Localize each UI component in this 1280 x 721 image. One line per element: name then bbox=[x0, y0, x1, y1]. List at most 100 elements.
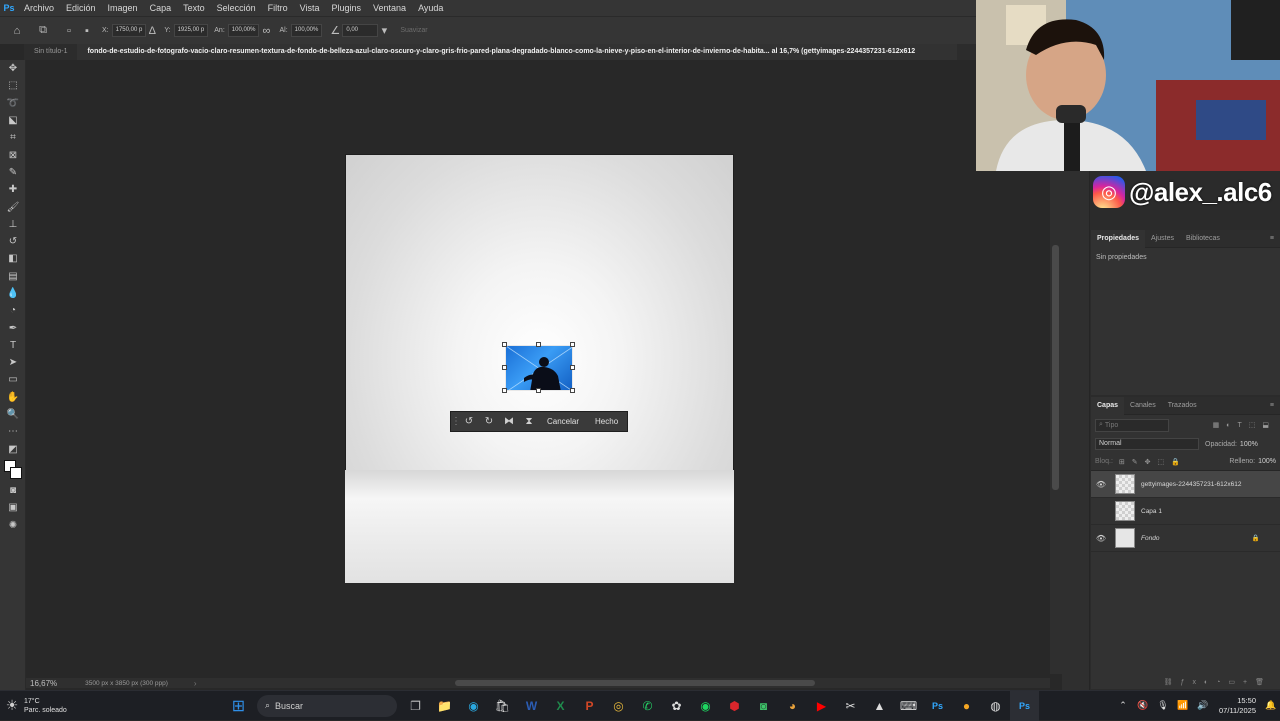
windows-start-icon[interactable]: ⊞ bbox=[224, 691, 253, 721]
eyedropper-tool-icon[interactable]: ✎ bbox=[0, 164, 26, 181]
mic-muted-icon[interactable]: 🔇 bbox=[1133, 691, 1153, 721]
color-app-icon[interactable]: ◕ bbox=[778, 691, 807, 721]
rectangle-tool-icon[interactable]: ▭ bbox=[0, 371, 26, 388]
whatsapp-icon[interactable]: ✆ bbox=[633, 691, 662, 721]
powerpoint-icon[interactable]: P bbox=[575, 691, 604, 721]
transform-handle-tr[interactable] bbox=[570, 342, 575, 347]
layer-filter-icons[interactable]: ▦◐T⬚⬓ bbox=[1213, 421, 1276, 429]
menu-imagen[interactable]: Imagen bbox=[102, 3, 144, 13]
chrome-icon[interactable]: ◎ bbox=[604, 691, 633, 721]
brush-tool-icon[interactable]: 🖌 bbox=[0, 198, 26, 215]
flip-vertical-icon[interactable]: ⧗ bbox=[519, 416, 539, 427]
menu-ventana[interactable]: Ventana bbox=[367, 3, 412, 13]
type-tool-icon[interactable]: T bbox=[0, 337, 26, 354]
panel-menu-icon[interactable]: ≡ bbox=[1270, 235, 1280, 242]
width-field[interactable]: 100,00% bbox=[227, 24, 260, 37]
tab-sin-titulo[interactable]: Sin título-1 bbox=[24, 44, 77, 60]
link-icon[interactable]: ∞ bbox=[259, 22, 273, 40]
obs-icon[interactable]: ◍ bbox=[981, 691, 1010, 721]
layer-filter-input[interactable]: ⌕ Tipo bbox=[1095, 418, 1169, 432]
layer-row-gettyimages[interactable]: 👁 gettyimages-2244357231-612x612 bbox=[1091, 471, 1280, 498]
red-app-icon[interactable]: ⬢ bbox=[720, 691, 749, 721]
placed-image[interactable] bbox=[505, 345, 573, 391]
menu-vista[interactable]: Vista bbox=[294, 3, 326, 13]
fill-field[interactable]: 100% bbox=[1258, 458, 1276, 465]
marquee-tool-icon[interactable]: ⬚ bbox=[0, 77, 26, 94]
horizontal-scroll-thumb[interactable] bbox=[455, 680, 815, 686]
stamp-tool-icon[interactable]: ⊥ bbox=[0, 216, 26, 233]
tab-propiedades[interactable]: Propiedades bbox=[1091, 229, 1146, 248]
rotate-left-icon[interactable]: ↺ bbox=[459, 416, 479, 427]
layers-footer-actions[interactable]: ⛓ƒx◐◔▭+🗑 bbox=[1091, 675, 1280, 689]
crop-tool-icon[interactable]: ⌗ bbox=[0, 129, 26, 146]
menu-ayuda[interactable]: Ayuda bbox=[412, 3, 449, 13]
tab-ajustes[interactable]: Ajustes bbox=[1145, 230, 1180, 248]
quick-mask-icon[interactable]: ◙ bbox=[0, 482, 26, 499]
pen-tool-icon[interactable]: ✒ bbox=[0, 319, 26, 336]
excel-icon[interactable]: X bbox=[546, 691, 575, 721]
menu-filtro[interactable]: Filtro bbox=[262, 3, 294, 13]
dark-app-icon[interactable]: ⌨ bbox=[894, 691, 923, 721]
taskbar-search[interactable]: ⌕ Buscar bbox=[257, 694, 397, 717]
height-field[interactable]: 100,00% bbox=[290, 24, 323, 37]
tab-active-document[interactable]: fondo-de-estudio-de-fotografo-vacio-clar… bbox=[77, 44, 958, 60]
transform-handle-bl[interactable] bbox=[502, 388, 507, 393]
lasso-tool-icon[interactable]: ➰ bbox=[0, 95, 26, 112]
menu-edicion[interactable]: Edición bbox=[60, 3, 102, 13]
generative-icon[interactable]: ✺ bbox=[0, 516, 26, 533]
layer-name[interactable]: Fondo bbox=[1141, 535, 1159, 542]
rotate-right-icon[interactable]: ↻ bbox=[479, 416, 499, 427]
more-tools-icon[interactable]: ⋯ bbox=[0, 423, 26, 440]
zoom-tool-icon[interactable]: 🔍 bbox=[0, 406, 26, 423]
tab-canales[interactable]: Canales bbox=[1124, 397, 1162, 415]
green-app-icon[interactable]: ◙ bbox=[749, 691, 778, 721]
done-button[interactable]: Hecho bbox=[587, 417, 626, 426]
reference-point-icon[interactable]: ▫ bbox=[60, 22, 78, 40]
tab-bibliotecas[interactable]: Bibliotecas bbox=[1180, 230, 1226, 248]
eraser-tool-icon[interactable]: ◧ bbox=[0, 250, 26, 267]
clock[interactable]: 15:50 07/11/2025 bbox=[1219, 696, 1256, 716]
move-tool-icon[interactable]: ✥ bbox=[0, 60, 26, 77]
hand-tool-icon[interactable]: ✋ bbox=[0, 389, 26, 406]
layers-menu-icon[interactable]: ≡ bbox=[1270, 402, 1280, 409]
visibility-eye-icon[interactable]: 👁 bbox=[1093, 534, 1109, 543]
opacity-field[interactable]: 100% bbox=[1240, 441, 1258, 448]
transform-handle-t[interactable] bbox=[536, 342, 541, 347]
youtube-icon[interactable]: ▶ bbox=[807, 691, 836, 721]
cancel-button[interactable]: Cancelar bbox=[539, 417, 587, 426]
dodge-tool-icon[interactable]: ◔ bbox=[0, 302, 26, 319]
transform-handle-br[interactable] bbox=[570, 388, 575, 393]
status-arrow-icon[interactable]: › bbox=[194, 679, 197, 688]
interpolation-dropdown-icon[interactable]: ▾ bbox=[378, 22, 390, 40]
store-icon[interactable]: 🛍 bbox=[488, 691, 517, 721]
task-view-icon[interactable]: ❐ bbox=[401, 691, 430, 721]
blur-tool-icon[interactable]: 💧 bbox=[0, 285, 26, 302]
capcut-icon[interactable]: ✂ bbox=[836, 691, 865, 721]
menu-archivo[interactable]: Archivo bbox=[18, 3, 60, 13]
notifications-icon[interactable]: 🔔 bbox=[1262, 691, 1280, 721]
angle-field[interactable]: 0,00 bbox=[342, 24, 379, 37]
relative-delta-icon[interactable]: Δ bbox=[146, 22, 158, 40]
layer-name[interactable]: gettyimages-2244357231-612x612 bbox=[1141, 481, 1241, 488]
menu-capa[interactable]: Capa bbox=[144, 3, 178, 13]
arc-app-icon[interactable]: ▲ bbox=[865, 691, 894, 721]
blend-mode-select[interactable]: Normal bbox=[1095, 438, 1199, 450]
y-field[interactable]: 1925,00 p bbox=[173, 24, 209, 37]
layer-name[interactable]: Capa 1 bbox=[1141, 508, 1162, 515]
transform-tool-icon[interactable]: ⧉ bbox=[34, 22, 52, 40]
photoshop-taskbar-icon[interactable]: Ps bbox=[923, 691, 952, 721]
vertical-scroll-thumb[interactable] bbox=[1052, 245, 1059, 490]
screen-mode-icon[interactable]: ▣ bbox=[0, 499, 26, 516]
default-colors-icon[interactable]: ◩ bbox=[0, 441, 26, 458]
gradient-tool-icon[interactable]: ▤ bbox=[0, 268, 26, 285]
tab-capas[interactable]: Capas bbox=[1091, 396, 1125, 415]
menu-seleccion[interactable]: Selección bbox=[211, 3, 262, 13]
object-selection-tool-icon[interactable]: ⬕ bbox=[0, 112, 26, 129]
color-swatches-icon[interactable] bbox=[0, 458, 26, 482]
frame-tool-icon[interactable]: ⊠ bbox=[0, 146, 26, 163]
weather-widget[interactable]: 17°C Parc. soleado bbox=[24, 697, 224, 715]
tray-chevron-icon[interactable]: ⌃ bbox=[1113, 691, 1133, 721]
flip-horizontal-icon[interactable]: ⧓ bbox=[499, 416, 519, 427]
layer-row-capa-1[interactable]: Capa 1 bbox=[1091, 498, 1280, 525]
transform-handle-tl[interactable] bbox=[502, 342, 507, 347]
